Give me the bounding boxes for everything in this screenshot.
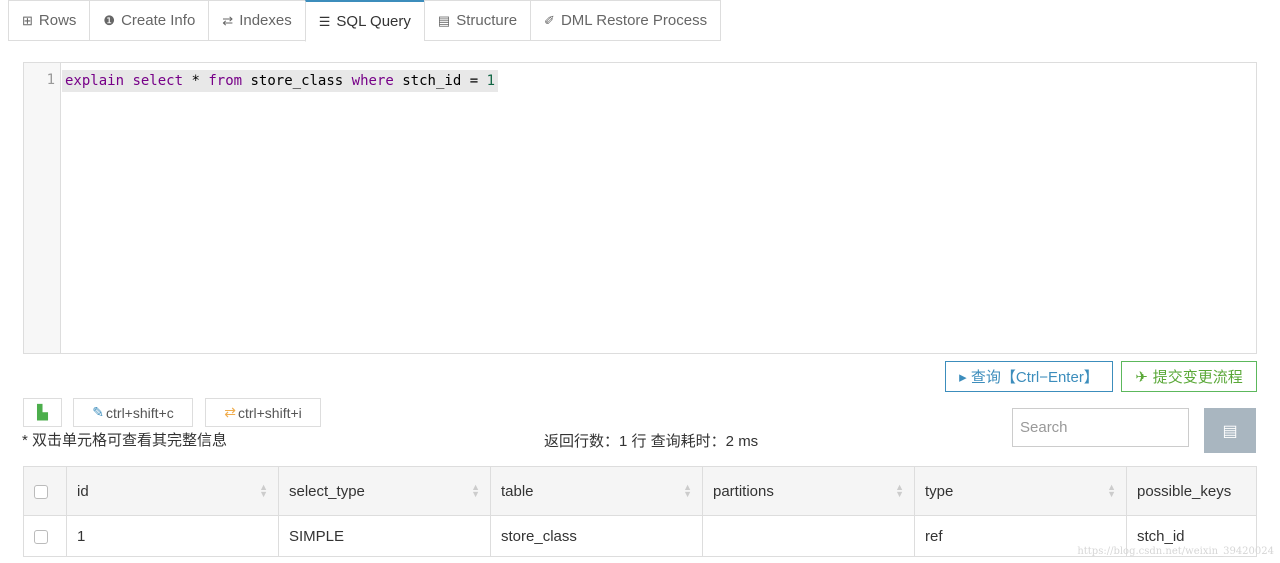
tab-label: DML Restore Process xyxy=(560,12,708,29)
keyword-token: from xyxy=(208,73,243,89)
column-header-label: id xyxy=(77,482,89,500)
watermark: https://blog.csdn.net/weixin_39420024 xyxy=(1077,546,1274,557)
tab-label: SQL Query xyxy=(336,13,411,30)
search-input[interactable] xyxy=(1012,408,1189,447)
column-header-label: type xyxy=(925,482,954,500)
export-file-button[interactable]: ▙ xyxy=(23,398,62,427)
tab-label: Rows xyxy=(38,12,77,29)
sort-icon: ▲ ▼ xyxy=(683,482,692,499)
tab-label: Indexes xyxy=(239,12,292,29)
grid-icon: ⊞ xyxy=(22,12,33,28)
table-cell[interactable]: store_class xyxy=(490,515,703,557)
column-header-label: table xyxy=(501,482,534,500)
number-token: 1 xyxy=(486,73,496,89)
column-header-label: possible_keys xyxy=(1137,482,1232,500)
submit-label: 提交变更流程 xyxy=(1152,369,1243,386)
swap-icon: ⇄ xyxy=(224,404,236,420)
keyword-token: select xyxy=(132,73,184,89)
column-header-possible-keys[interactable]: possible_keys xyxy=(1126,466,1257,516)
column-header-select-type[interactable]: select_type ▲ ▼ xyxy=(278,466,491,516)
identifier-token: stch_id xyxy=(402,73,462,89)
structure-icon: ▤ xyxy=(437,12,451,28)
tab-create-info[interactable]: ❶ Create Info xyxy=(89,0,209,41)
column-header-id[interactable]: id ▲ ▼ xyxy=(66,466,279,516)
row-checkbox[interactable] xyxy=(34,529,48,544)
sort-icon: ▲ ▼ xyxy=(1107,482,1116,499)
tab-indexes[interactable]: ⇄ Indexes xyxy=(208,0,305,41)
line-gutter: 1 xyxy=(24,63,61,353)
line-number: 1 xyxy=(46,72,55,88)
swap-shortcut-button[interactable]: ⇄ ctrl+shift+i xyxy=(205,398,321,427)
column-header-label: select_type xyxy=(289,482,365,500)
sort-icon: ▲ ▼ xyxy=(259,482,268,499)
table-header-row: id ▲ ▼ select_type ▲ ▼ table ▲ ▼ partitions ▲ ▼ … xyxy=(23,466,1257,516)
tab-structure[interactable]: ▤ Structure xyxy=(423,0,531,41)
submit-change-button[interactable]: ✈ 提交变更流程 xyxy=(1121,361,1257,392)
list-icon: ▤ xyxy=(1222,422,1238,440)
keyword-token: explain xyxy=(65,73,125,89)
select-all-cell[interactable] xyxy=(23,466,67,516)
sql-editor[interactable]: 1 explain select * from store_class wher… xyxy=(23,62,1257,354)
tab-rows[interactable]: ⊞ Rows xyxy=(8,0,90,41)
column-header-label: partitions xyxy=(713,482,774,500)
tab-sql-query[interactable]: ☰ SQL Query xyxy=(304,0,424,42)
copy-shortcut-label: ctrl+shift+c xyxy=(106,404,174,421)
query-stats: 返回行数：1 行 查询耗时：2 ms xyxy=(544,433,759,450)
swap-icon: ⇄ xyxy=(222,12,234,28)
code-line[interactable]: explain select * from store_class where … xyxy=(62,70,499,92)
database-icon: ☰ xyxy=(318,13,331,29)
row-select-cell[interactable] xyxy=(23,515,67,557)
tab-bar: ⊞ Rows ❶ Create Info ⇄ Indexes ☰ SQL Query ▤… xyxy=(8,0,722,42)
table-row[interactable]: 1 SIMPLE store_class ref stch_id xyxy=(23,515,1257,557)
send-icon: ✈ xyxy=(1135,368,1148,386)
select-all-checkbox[interactable] xyxy=(34,484,48,499)
identifier-token: store_class xyxy=(250,73,344,89)
column-header-partitions[interactable]: partitions ▲ ▼ xyxy=(702,466,915,516)
tab-label: Structure xyxy=(456,12,518,29)
info-icon: ❶ xyxy=(103,12,116,28)
edit-icon: ✎ xyxy=(92,404,105,420)
columns-toggle-button[interactable]: ▤ xyxy=(1204,408,1256,453)
plug-icon: ✐ xyxy=(544,12,555,28)
double-click-hint: * 双击单元格可查看其完整信息 xyxy=(22,432,228,449)
swap-shortcut-label: ctrl+shift+i xyxy=(237,404,302,421)
sort-icon: ▲ ▼ xyxy=(471,482,480,499)
query-button[interactable]: ▸ 查询【Ctrl−Enter】 xyxy=(945,361,1113,392)
table-cell[interactable] xyxy=(702,515,915,557)
tab-label: Create Info xyxy=(121,12,196,29)
column-header-table[interactable]: table ▲ ▼ xyxy=(490,466,703,516)
sort-icon: ▲ ▼ xyxy=(895,482,904,499)
table-cell[interactable]: SIMPLE xyxy=(278,515,491,557)
tab-dml-restore-process[interactable]: ✐ DML Restore Process xyxy=(530,0,722,41)
keyword-token: where xyxy=(351,73,394,89)
operator-token: = xyxy=(469,73,479,89)
column-header-type[interactable]: type ▲ ▼ xyxy=(914,466,1127,516)
operator-token: * xyxy=(191,73,200,89)
file-icon: ▙ xyxy=(37,404,48,420)
copy-shortcut-button[interactable]: ✎ ctrl+shift+c xyxy=(73,398,193,427)
table-cell[interactable]: 1 xyxy=(66,515,279,557)
result-table: id ▲ ▼ select_type ▲ ▼ table ▲ ▼ partitions ▲ ▼ … xyxy=(23,466,1257,557)
